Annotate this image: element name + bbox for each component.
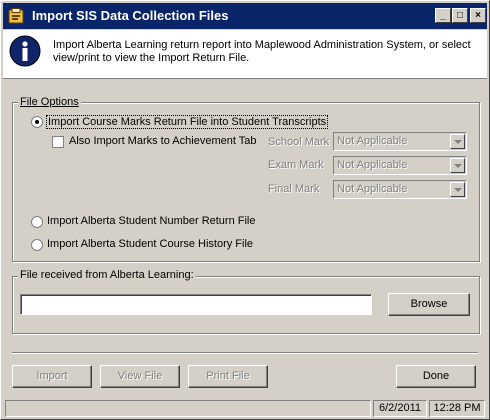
file-received-legend: File received from Alberta Learning: [18,269,196,281]
import-button-label: Import [36,370,68,382]
import-button[interactable]: Import [12,365,92,388]
file-path-input[interactable] [20,294,372,315]
also-import-checkbox[interactable] [52,136,64,148]
radio-import-course-marks-label[interactable]: Import Course Marks Return File into Stu… [46,115,329,129]
final-mark-label: Final Mark [268,183,320,195]
info-icon [9,35,41,67]
radio-import-student-number-label[interactable]: Import Alberta Student Number Return Fil… [47,215,255,227]
done-button[interactable]: Done [396,365,476,388]
title-bar[interactable]: Import SIS Data Collection Files _ □ × [3,3,487,29]
exam-mark-value: Not Applicable [337,159,408,171]
also-import-label[interactable]: Also Import Marks to Achievement Tab [69,135,257,147]
info-panel: Import Alberta Learning return report in… [3,30,487,79]
final-mark-select[interactable]: Not Applicable [333,180,467,199]
info-text: Import Alberta Learning return report in… [53,39,471,64]
minimize-icon: _ [440,10,446,21]
status-bar: 6/2/2011 12:28 PM [3,400,487,418]
maximize-button[interactable]: □ [452,8,468,23]
chevron-down-icon[interactable] [450,134,465,149]
done-button-label: Done [422,370,450,382]
view-file-button-label: View File [117,370,163,382]
status-time: 12:28 PM [429,400,485,417]
view-file-button[interactable]: View File [100,365,180,388]
print-file-button-label: Print File [206,370,250,382]
maximize-icon: □ [456,10,464,21]
radio-import-student-number[interactable] [31,216,43,228]
app-icon[interactable] [8,8,24,24]
file-options-legend-text: File Options [20,96,79,108]
window-title: Import SIS Data Collection Files [32,8,229,23]
radio-import-course-marks[interactable] [31,116,43,128]
radio-selected-dot [35,120,39,124]
exam-mark-select[interactable]: Not Applicable [333,156,467,175]
school-mark-label: School Mark [268,136,330,148]
minimize-button[interactable]: _ [435,8,451,23]
radio-import-course-history[interactable] [31,239,43,251]
final-mark-value: Not Applicable [337,183,408,195]
school-mark-select[interactable]: Not Applicable [333,132,467,151]
chevron-down-icon[interactable] [450,182,465,197]
close-icon: × [475,10,481,21]
status-date: 6/2/2011 [373,400,427,417]
file-options-legend: File Options [18,96,81,108]
school-mark-value: Not Applicable [337,135,408,147]
exam-mark-label: Exam Mark [268,159,324,171]
radio-import-course-history-label[interactable]: Import Alberta Student Course History Fi… [47,238,253,250]
status-message [5,400,371,417]
import-window: Import SIS Data Collection Files _ □ × I… [0,0,490,420]
browse-button-label: Browse [410,298,448,310]
divider [12,352,478,354]
chevron-down-icon[interactable] [450,158,465,173]
close-button[interactable]: × [470,8,486,23]
print-file-button[interactable]: Print File [188,365,268,388]
browse-button[interactable]: Browse [388,293,470,316]
